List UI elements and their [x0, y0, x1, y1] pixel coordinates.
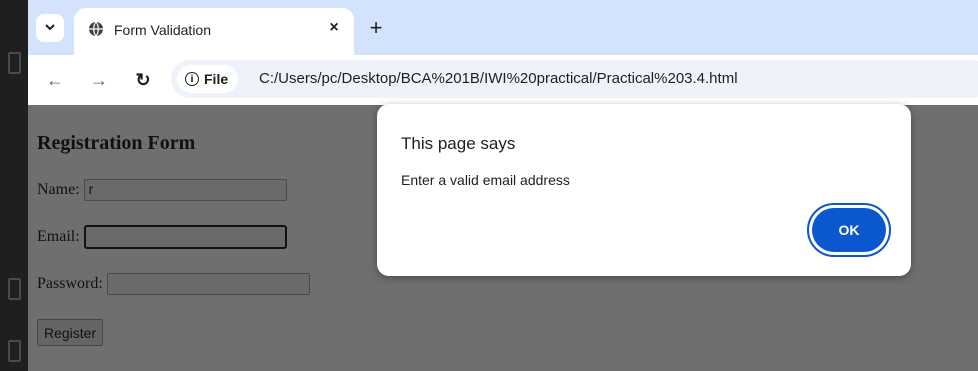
tab-form-validation[interactable]: Form Validation ×: [74, 8, 354, 55]
dialog-message: Enter a valid email address: [401, 172, 570, 188]
address-bar[interactable]: i File C:/Users/pc/Desktop/BCA%201B/IWI%…: [171, 60, 978, 98]
arrow-right-icon: →: [90, 69, 108, 90]
name-input[interactable]: r: [83, 179, 287, 201]
name-row: Name: r: [37, 179, 287, 201]
info-icon: i: [185, 72, 199, 86]
underlying-window-edge: [0, 0, 28, 371]
back-button[interactable]: ←: [40, 65, 70, 95]
alert-dialog: This page says Enter a valid email addre…: [377, 104, 911, 276]
password-label: Password:: [37, 275, 103, 292]
password-row: Password:: [37, 273, 310, 295]
password-input[interactable]: [106, 273, 310, 295]
browser-toolbar: ← → ↻ i File C:/Users/pc/Desktop/BCA%201…: [28, 55, 978, 105]
sidebar-glyph: [8, 52, 21, 74]
tab-title: Form Validation: [114, 22, 212, 38]
close-tab-icon[interactable]: ×: [324, 18, 344, 38]
reload-button[interactable]: ↻: [128, 65, 158, 95]
email-row: Email:: [37, 225, 287, 249]
reload-icon: ↻: [135, 69, 151, 90]
forward-button[interactable]: →: [84, 65, 114, 95]
new-tab-button[interactable]: +: [362, 14, 390, 42]
tab-strip: Form Validation × +: [28, 0, 978, 55]
tab-search-button[interactable]: [36, 14, 64, 42]
site-chip-label: File: [204, 71, 229, 87]
sidebar-glyph: [8, 340, 21, 362]
email-label: Email:: [37, 228, 80, 245]
name-label: Name:: [37, 181, 80, 198]
site-info-chip[interactable]: i File: [177, 65, 239, 93]
chevron-down-icon: [44, 21, 56, 36]
browser-window: Form Validation × + ← → ↻ i File C:/User…: [28, 0, 978, 371]
register-button[interactable]: Register: [37, 319, 104, 346]
page-heading: Registration Form: [37, 132, 196, 154]
sidebar-glyph: [8, 278, 21, 300]
globe-icon: [88, 21, 104, 37]
dialog-title: This page says: [401, 134, 516, 153]
url-text[interactable]: C:/Users/pc/Desktop/BCA%201B/IWI%20pract…: [259, 70, 738, 87]
arrow-left-icon: ←: [46, 69, 64, 90]
ok-button[interactable]: OK: [812, 208, 886, 252]
ok-button-focus-ring: OK: [807, 203, 891, 257]
email-input[interactable]: [83, 225, 287, 249]
